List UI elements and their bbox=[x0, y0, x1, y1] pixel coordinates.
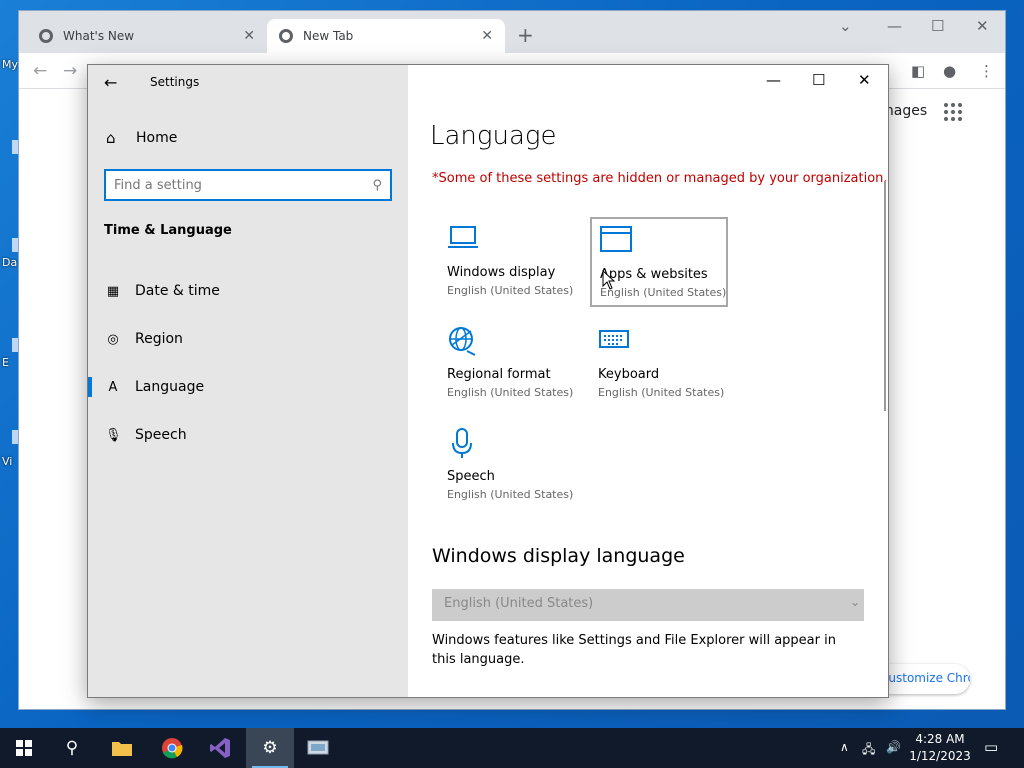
chrome-icon[interactable] bbox=[148, 728, 196, 768]
window-title: Settings bbox=[150, 75, 200, 89]
side-panel-icon[interactable]: ◧ bbox=[911, 62, 925, 80]
sidebar-item-language[interactable]: A Language bbox=[88, 367, 408, 407]
language-icon: A bbox=[108, 379, 118, 395]
network-app-icon[interactable] bbox=[294, 728, 342, 768]
globe-format-icon bbox=[447, 325, 577, 359]
new-tab-button[interactable]: + bbox=[517, 23, 534, 47]
forward-icon[interactable]: → bbox=[63, 61, 77, 81]
page-title: Language bbox=[430, 121, 557, 151]
close-icon[interactable]: ✕ bbox=[858, 71, 871, 89]
active-indicator bbox=[88, 377, 92, 397]
microphone-icon bbox=[447, 427, 577, 461]
desktop-icon-label[interactable]: Vi bbox=[2, 455, 12, 468]
tile-name: Regional format bbox=[447, 367, 551, 382]
settings-icon[interactable]: ⚙ bbox=[246, 728, 294, 768]
back-arrow-icon[interactable]: ← bbox=[104, 73, 117, 92]
sidebar-item-label: Speech bbox=[135, 427, 187, 443]
display-language-description: Windows features like Settings and File … bbox=[432, 633, 836, 667]
chrome-favicon-icon bbox=[279, 29, 293, 43]
tab-search-icon[interactable]: ⌄ bbox=[839, 17, 852, 35]
clock-time: 4:28 AM bbox=[915, 732, 965, 746]
menu-icon[interactable]: ⋮ bbox=[979, 62, 994, 80]
display-language-dropdown[interactable]: English (United States) ⌄ bbox=[432, 589, 864, 621]
start-icon[interactable] bbox=[0, 728, 48, 768]
desktop-icon-label[interactable]: Da bbox=[2, 256, 17, 269]
search-icon[interactable]: ⚲ bbox=[372, 178, 382, 193]
tile-speech[interactable]: Speech English (United States) bbox=[439, 421, 577, 511]
network-icon[interactable]: 🖧 bbox=[862, 740, 875, 761]
sidebar-item-date-time[interactable]: ▦ Date & time bbox=[88, 271, 408, 311]
microphone-icon: 🎙 bbox=[105, 427, 122, 443]
close-icon[interactable]: ✕ bbox=[976, 17, 989, 35]
chrome-tabstrip: What's New ✕ New Tab ✕ + ⌄ — ☐ ✕ bbox=[19, 11, 1005, 53]
tile-subtitle: English (United States) bbox=[598, 386, 725, 399]
close-tab-icon[interactable]: ✕ bbox=[481, 28, 493, 44]
tile-subtitle: English (United States) bbox=[447, 488, 574, 501]
desktop-icon-label[interactable]: My bbox=[2, 58, 18, 71]
minimize-icon[interactable]: — bbox=[887, 17, 902, 35]
home-label: Home bbox=[136, 130, 178, 146]
tile-name: Apps & websites bbox=[600, 267, 708, 282]
close-tab-icon[interactable]: ✕ bbox=[243, 28, 255, 44]
sidebar-item-label: Language bbox=[135, 379, 205, 395]
sidebar-item-label: Region bbox=[135, 331, 183, 347]
dropdown-value: English (United States) bbox=[444, 596, 594, 611]
keyboard-icon bbox=[598, 325, 728, 359]
maximize-icon[interactable]: ☐ bbox=[812, 71, 825, 89]
file-explorer-icon[interactable] bbox=[98, 728, 146, 768]
settings-window: ← Settings ⌂ Home ⚲ Time & Language ▦ Da… bbox=[87, 64, 889, 698]
settings-sidebar: ← Settings ⌂ Home ⚲ Time & Language ▦ Da… bbox=[88, 65, 408, 697]
laptop-icon bbox=[447, 223, 577, 257]
tile-subtitle: English (United States) bbox=[447, 386, 574, 399]
scrollbar[interactable] bbox=[884, 181, 886, 411]
home-icon: ⌂ bbox=[106, 129, 116, 147]
mouse-cursor-icon bbox=[602, 270, 616, 290]
tile-subtitle: English (United States) bbox=[447, 284, 574, 297]
minimize-icon[interactable]: — bbox=[766, 71, 781, 89]
clock[interactable]: 4:28 AM 1/12/2023 bbox=[908, 731, 972, 765]
display-language-heading: Windows display language bbox=[432, 545, 685, 567]
back-icon[interactable]: ← bbox=[33, 61, 47, 81]
tab-whats-new[interactable]: What's New ✕ bbox=[27, 19, 267, 53]
tile-regional-format[interactable]: Regional format English (United States) bbox=[439, 319, 577, 409]
visual-studio-icon[interactable] bbox=[196, 728, 244, 768]
tile-subtitle: English (United States) bbox=[600, 286, 727, 299]
maximize-icon[interactable]: ☐ bbox=[931, 17, 944, 35]
taskbar: ⚲ ⚙ ∧ 🖧 🔊 4:28 AM 1/12/2023 ▭ bbox=[0, 728, 1024, 768]
volume-icon[interactable]: 🔊 bbox=[886, 740, 901, 754]
tile-windows-display[interactable]: Windows display English (United States) bbox=[439, 217, 577, 307]
chrome-favicon-icon bbox=[39, 29, 53, 43]
profile-icon[interactable]: ● bbox=[943, 62, 956, 80]
desktop-icon-label[interactable]: E bbox=[2, 356, 9, 369]
tile-name: Keyboard bbox=[598, 367, 660, 382]
chevron-up-icon[interactable]: ∧ bbox=[840, 740, 849, 754]
chevron-down-icon: ⌄ bbox=[849, 595, 860, 609]
notification-icon[interactable]: ▭ bbox=[984, 738, 998, 756]
tile-keyboard[interactable]: Keyboard English (United States) bbox=[590, 319, 728, 409]
tile-name: Speech bbox=[447, 469, 495, 484]
section-heading: Time & Language bbox=[104, 223, 232, 238]
search-icon[interactable]: ⚲ bbox=[48, 728, 96, 768]
sidebar-item-label: Date & time bbox=[135, 283, 220, 299]
search-input[interactable] bbox=[114, 177, 373, 193]
settings-search-box[interactable]: ⚲ bbox=[104, 169, 392, 201]
tab-title: New Tab bbox=[303, 29, 354, 43]
tab-new-tab[interactable]: New Tab ✕ bbox=[267, 19, 505, 53]
window-icon bbox=[600, 225, 726, 259]
google-apps-icon[interactable] bbox=[944, 103, 962, 121]
tab-title: What's New bbox=[63, 29, 135, 43]
settings-content: — ☐ ✕ Language *Some of these settings a… bbox=[408, 65, 888, 697]
sidebar-item-speech[interactable]: 🎙 Speech bbox=[88, 415, 408, 455]
clock-date: 1/12/2023 bbox=[909, 749, 971, 763]
tile-apps-websites[interactable]: Apps & websites English (United States) bbox=[590, 217, 728, 307]
home-link[interactable]: ⌂ Home bbox=[106, 129, 177, 147]
sidebar-item-region[interactable]: ◎ Region bbox=[88, 319, 408, 359]
tile-name: Windows display bbox=[447, 265, 556, 280]
calendar-clock-icon: ▦ bbox=[106, 283, 120, 299]
globe-icon: ◎ bbox=[107, 331, 119, 347]
managed-warning: *Some of these settings are hidden or ma… bbox=[432, 171, 888, 186]
